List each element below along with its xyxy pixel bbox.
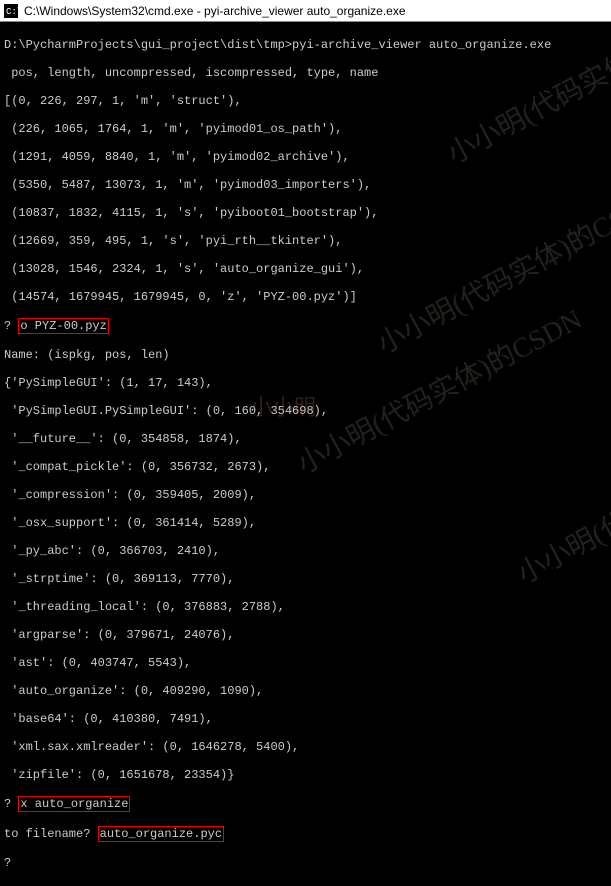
highlight-box: auto_organize.pyc [98, 826, 224, 842]
pkg-row: {'PySimpleGUI': (1, 17, 143), [4, 376, 607, 390]
column-header: pos, length, uncompressed, iscompressed,… [4, 66, 607, 80]
pkg-row: 'PySimpleGUI.PySimpleGUI': (0, 160, 3546… [4, 404, 607, 418]
cmd-icon: C:\ [4, 4, 18, 18]
archive-row: (226, 1065, 1764, 1, 'm', 'pyimod01_os_p… [4, 122, 607, 136]
name-header: Name: (ispkg, pos, len) [4, 348, 607, 362]
archive-row: (10837, 1832, 4115, 1, 's', 'pyiboot01_b… [4, 206, 607, 220]
archive-row: (5350, 5487, 13073, 1, 'm', 'pyimod03_im… [4, 178, 607, 192]
highlight-box: o PYZ-00.pyz [18, 318, 108, 334]
archive-row: (14574, 1679945, 1679945, 0, 'z', 'PYZ-0… [4, 290, 607, 304]
command-line: to filename? auto_organize.pyc [4, 826, 607, 842]
prompt-line: D:\PycharmProjects\gui_project\dist\tmp>… [4, 38, 607, 52]
pkg-row: '_threading_local': (0, 376883, 2788), [4, 600, 607, 614]
archive-row: (12669, 359, 495, 1, 's', 'pyi_rth__tkin… [4, 234, 607, 248]
pkg-row: 'xml.sax.xmlreader': (0, 1646278, 5400), [4, 740, 607, 754]
pkg-row: 'zipfile': (0, 1651678, 23354)} [4, 768, 607, 782]
pkg-row: '_strptime': (0, 369113, 7770), [4, 572, 607, 586]
pkg-row: '_py_abc': (0, 366703, 2410), [4, 544, 607, 558]
archive-row: (1291, 4059, 8840, 1, 'm', 'pyimod02_arc… [4, 150, 607, 164]
archive-row: (13028, 1546, 2324, 1, 's', 'auto_organi… [4, 262, 607, 276]
window-titlebar: C:\ C:\Windows\System32\cmd.exe - pyi-ar… [0, 0, 611, 22]
command-line: ? x auto_organize [4, 796, 607, 812]
pkg-row: 'argparse': (0, 379671, 24076), [4, 628, 607, 642]
pkg-row: '_osx_support': (0, 361414, 5289), [4, 516, 607, 530]
svg-text:C:\: C:\ [6, 7, 18, 17]
pkg-row: '_compression': (0, 359405, 2009), [4, 488, 607, 502]
window-title: C:\Windows\System32\cmd.exe - pyi-archiv… [24, 4, 406, 18]
archive-row: [(0, 226, 297, 1, 'm', 'struct'), [4, 94, 607, 108]
pkg-row: 'auto_organize': (0, 409290, 1090), [4, 684, 607, 698]
terminal-output[interactable]: D:\PycharmProjects\gui_project\dist\tmp>… [0, 22, 611, 886]
pkg-row: 'base64': (0, 410380, 7491), [4, 712, 607, 726]
pkg-row: '_compat_pickle': (0, 356732, 2673), [4, 460, 607, 474]
pkg-row: '__future__': (0, 354858, 1874), [4, 432, 607, 446]
command-line: ? o PYZ-00.pyz [4, 318, 607, 334]
pkg-row: 'ast': (0, 403747, 5543), [4, 656, 607, 670]
highlight-box: x auto_organize [18, 796, 130, 812]
prompt[interactable]: ? [4, 856, 607, 870]
